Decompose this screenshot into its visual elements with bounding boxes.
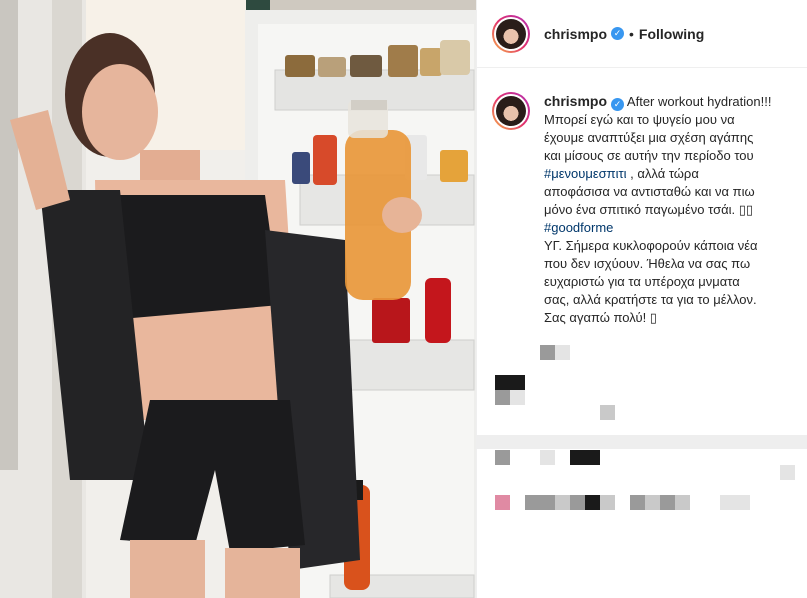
redacted-block: [510, 390, 525, 405]
verified-badge-icon: ✓: [611, 98, 625, 111]
hashtag-link[interactable]: #μενουμεσπιτι: [544, 166, 627, 181]
redacted-block: [720, 495, 750, 510]
caption-text: chrismpo ✓ After workout hydration!!! Μπο…: [544, 92, 795, 327]
redacted-divider: [476, 435, 807, 449]
caption-line: ΥΓ. Σήμερα κυκλοφορούν κάποια νέα: [544, 238, 758, 253]
redacted-block: [495, 390, 510, 405]
redacted-block: [585, 495, 600, 510]
redacted-block: [660, 495, 675, 510]
hashtag-link[interactable]: #goodforme: [544, 219, 795, 237]
redacted-block: [780, 465, 795, 480]
redacted-block: [600, 405, 615, 420]
caption-author-avatar[interactable]: [492, 92, 530, 130]
redacted-block: [525, 495, 555, 510]
post-caption: chrismpo ✓ After workout hydration!!! Μπο…: [477, 68, 807, 327]
post-image: [0, 0, 476, 598]
redacted-block: [570, 450, 600, 465]
redacted-block: [600, 495, 615, 510]
redacted-block: [495, 375, 525, 390]
caption-line: και μίσους σε αυτήν την περίοδο του: [544, 148, 754, 163]
caption-line: ευχαριστώ για τα υπέροχα μνματα: [544, 274, 740, 289]
redacted-block: [555, 495, 570, 510]
redacted-block: [645, 495, 660, 510]
caption-line: μόνο ένα σπιτικό παγωμένο τσάι. ▯▯: [544, 202, 754, 217]
redacted-block: [495, 450, 510, 465]
caption-line: έχουμε αναπτύξει μια σχέση αγάπης: [544, 130, 754, 145]
author-username[interactable]: chrismpo: [544, 26, 607, 42]
redacted-block: [675, 495, 690, 510]
caption-username[interactable]: chrismpo: [544, 93, 607, 109]
redacted-block: [495, 495, 510, 510]
caption-line: Σας αγαπώ πολύ! ▯: [544, 310, 657, 325]
caption-line: , αλλά τώρα: [626, 166, 699, 181]
caption-line: σας, αλλά κρατήστε τα για το μέλλον.: [544, 292, 757, 307]
caption-line: που δεν ισχύουν. Ήθελα να σας πω: [544, 256, 751, 271]
redacted-block: [555, 345, 570, 360]
redacted-block: [630, 495, 645, 510]
post-header: chrismpo ✓ • Following: [477, 0, 807, 68]
header-separator: •: [629, 25, 634, 42]
redacted-block: [570, 495, 585, 510]
following-button[interactable]: Following: [639, 26, 704, 42]
post-photo: [0, 0, 476, 598]
caption-line: αποφάσισα να αντισταθώ και να πιω: [544, 184, 755, 199]
author-avatar[interactable]: [492, 14, 530, 53]
caption-line: Μπορεί εγώ και το ψυγείο μου να: [544, 112, 735, 127]
caption-line: After workout hydration!!!: [626, 94, 772, 109]
redacted-block: [540, 345, 555, 360]
redacted-block: [540, 450, 555, 465]
verified-badge-icon: ✓: [611, 27, 625, 40]
